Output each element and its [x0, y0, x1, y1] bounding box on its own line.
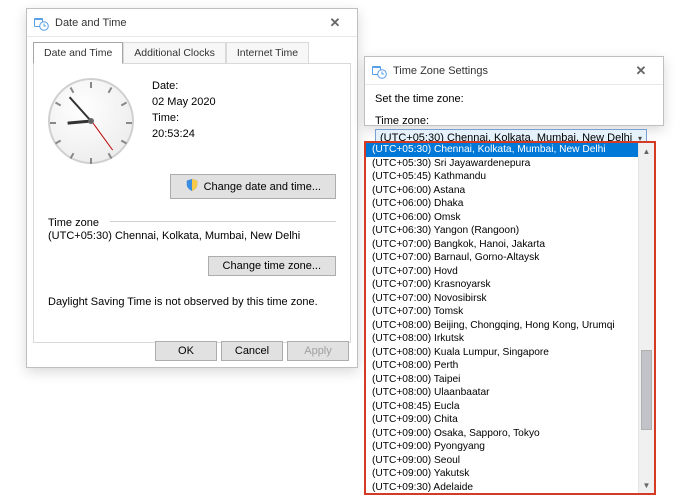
- timezone-option[interactable]: (UTC+07:00) Novosibirsk: [366, 292, 638, 306]
- tab-bar: Date and Time Additional Clocks Internet…: [33, 41, 351, 63]
- timezone-option[interactable]: (UTC+09:00) Pyongyang: [366, 440, 638, 454]
- timezone-field-label: Time zone:: [375, 115, 653, 127]
- tab-internet-time[interactable]: Internet Time: [226, 42, 309, 64]
- timezone-option[interactable]: (UTC+08:45) Eucla: [366, 400, 638, 414]
- clock-calendar-icon: [371, 63, 387, 79]
- tab-date-and-time[interactable]: Date and Time: [33, 42, 123, 64]
- second-hand: [91, 121, 113, 151]
- date-label: Date:: [152, 80, 216, 92]
- timezone-option[interactable]: (UTC+08:00) Ulaanbaatar: [366, 386, 638, 400]
- titlebar[interactable]: Date and Time ✕: [27, 9, 357, 37]
- dialog-buttons: OK Cancel Apply: [155, 341, 349, 361]
- change-date-time-button[interactable]: Change date and time...: [170, 174, 336, 199]
- scroll-down-button[interactable]: ▼: [639, 477, 654, 493]
- scroll-thumb[interactable]: [641, 350, 652, 430]
- window-title: Time Zone Settings: [393, 65, 621, 77]
- time-label: Time:: [152, 112, 216, 124]
- timezone-option[interactable]: (UTC+06:00) Astana: [366, 184, 638, 198]
- timezone-option[interactable]: (UTC+05:45) Kathmandu: [366, 170, 638, 184]
- analog-clock: [48, 78, 134, 164]
- timezone-dropdown-list[interactable]: (UTC+05:30) Chennai, Kolkata, Mumbai, Ne…: [364, 141, 656, 495]
- clock-calendar-icon: [33, 15, 49, 31]
- scroll-track[interactable]: [639, 159, 654, 477]
- timezone-option[interactable]: (UTC+06:00) Omsk: [366, 211, 638, 225]
- timezone-option[interactable]: (UTC+06:00) Dhaka: [366, 197, 638, 211]
- date-and-time-window: Date and Time ✕ Date and Time Additional…: [26, 8, 358, 368]
- titlebar[interactable]: Time Zone Settings ✕: [365, 57, 663, 85]
- window-title: Date and Time: [55, 17, 315, 29]
- timezone-option[interactable]: (UTC+09:00) Chita: [366, 413, 638, 427]
- timezone-option[interactable]: (UTC+08:00) Kuala Lumpur, Singapore: [366, 346, 638, 360]
- scrollbar[interactable]: ▲ ▼: [638, 143, 654, 493]
- timezone-option[interactable]: (UTC+09:00) Seoul: [366, 454, 638, 468]
- current-timezone: (UTC+05:30) Chennai, Kolkata, Mumbai, Ne…: [48, 230, 336, 242]
- timezone-option[interactable]: (UTC+07:00) Krasnoyarsk: [366, 278, 638, 292]
- change-time-zone-label: Change time zone...: [223, 260, 321, 272]
- timezone-option[interactable]: (UTC+07:00) Barnaul, Gorno-Altaysk: [366, 251, 638, 265]
- timezone-option[interactable]: (UTC+07:00) Bangkok, Hanoi, Jakarta: [366, 238, 638, 252]
- timezone-option[interactable]: (UTC+05:30) Sri Jayawardenepura: [366, 157, 638, 171]
- scroll-up-button[interactable]: ▲: [639, 143, 654, 159]
- timezone-option[interactable]: (UTC+07:00) Hovd: [366, 265, 638, 279]
- dst-note: Daylight Saving Time is not observed by …: [48, 296, 336, 308]
- instruction-text: Set the time zone:: [375, 93, 653, 105]
- ok-button[interactable]: OK: [155, 341, 217, 361]
- timezone-option[interactable]: (UTC+08:00) Beijing, Chongqing, Hong Kon…: [366, 319, 638, 333]
- timezone-section-label: Time zone: [48, 217, 336, 229]
- cancel-button[interactable]: Cancel: [221, 341, 283, 361]
- timezone-option[interactable]: (UTC+06:30) Yangon (Rangoon): [366, 224, 638, 238]
- listbox[interactable]: (UTC+05:30) Chennai, Kolkata, Mumbai, Ne…: [366, 143, 638, 493]
- close-icon[interactable]: ✕: [315, 12, 355, 34]
- timezone-option[interactable]: (UTC+09:30) Adelaide: [366, 481, 638, 494]
- timezone-option[interactable]: (UTC+08:00) Taipei: [366, 373, 638, 387]
- divider: [110, 221, 336, 222]
- tab-additional-clocks[interactable]: Additional Clocks: [123, 42, 226, 64]
- timezone-option[interactable]: (UTC+08:00) Irkutsk: [366, 332, 638, 346]
- timezone-option[interactable]: (UTC+09:00) Osaka, Sapporo, Tokyo: [366, 427, 638, 441]
- tab-panel: Date: 02 May 2020 Time: 20:53:24 Change …: [33, 63, 351, 343]
- timezone-option[interactable]: (UTC+09:00) Yakutsk: [366, 467, 638, 481]
- timezone-option[interactable]: (UTC+07:00) Tomsk: [366, 305, 638, 319]
- apply-button[interactable]: Apply: [287, 341, 349, 361]
- shield-icon: [185, 178, 199, 195]
- time-value: 20:53:24: [152, 128, 216, 140]
- change-date-time-label: Change date and time...: [204, 181, 321, 193]
- timezone-option[interactable]: (UTC+08:00) Perth: [366, 359, 638, 373]
- timezone-option[interactable]: (UTC+05:30) Chennai, Kolkata, Mumbai, Ne…: [366, 143, 638, 157]
- date-value: 02 May 2020: [152, 96, 216, 108]
- close-icon[interactable]: ✕: [621, 60, 661, 82]
- time-zone-settings-window: Time Zone Settings ✕ Set the time zone: …: [364, 56, 664, 126]
- change-time-zone-button[interactable]: Change time zone...: [208, 256, 336, 276]
